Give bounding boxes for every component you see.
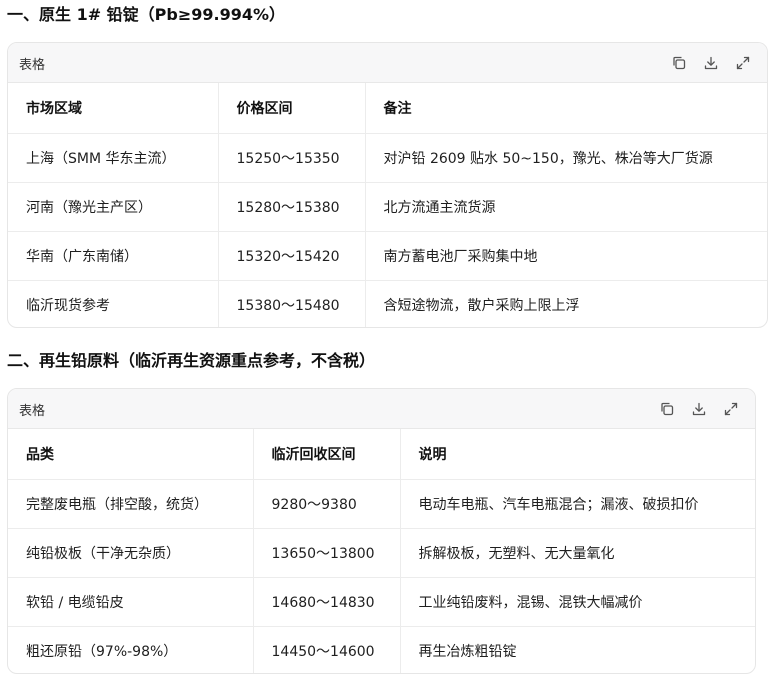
table-row: 完整废电瓶（排空酸，统货） 9280～9380 电动车电瓶、汽车电瓶混合；漏液、… <box>8 479 755 529</box>
table-cell: 纯铅极板（干净无杂质） <box>8 528 254 578</box>
table-cell: 电动车电瓶、汽车电瓶混合；漏液、破损扣价 <box>400 479 755 529</box>
primary-lead-table: 市场区域 价格区间 备注 上海（SMM 华东主流） 15250～15350 对沪… <box>8 83 767 327</box>
page: 一、原生 1# 铅锭（Pb≥99.994%） 表格 市场区域 价格区间 备注 上… <box>0 0 776 682</box>
table-label: 表格 <box>19 58 46 73</box>
table-label: 表格 <box>19 404 46 419</box>
table-row: 临沂现货参考 15380～15480 含短途物流，散户采购上限上浮 <box>8 280 767 327</box>
table-cell: 13650～13800 <box>253 528 401 578</box>
header-cell: 价格区间 <box>218 83 366 134</box>
table-card-primary-lead: 表格 市场区域 价格区间 备注 上海（SMM 华东主流） 15250～15350… <box>7 42 768 328</box>
table-toolbar <box>669 53 753 73</box>
table-cell: 15280～15380 <box>218 182 366 232</box>
table-row: 河南（豫光主产区） 15280～15380 北方流通主流货源 <box>8 182 767 232</box>
table-toolbar <box>657 399 741 419</box>
table-cell: 上海（SMM 华东主流） <box>8 133 219 183</box>
table-cell: 15320～15420 <box>218 231 366 281</box>
table-cell: 9280～9380 <box>253 479 401 529</box>
table-header-row: 市场区域 价格区间 备注 <box>8 83 767 134</box>
expand-icon[interactable] <box>733 53 753 73</box>
table-cell: 对沪铅 2609 贴水 50~150，豫光、株冶等大厂货源 <box>365 133 767 183</box>
table-header-row: 品类 临沂回收区间 说明 <box>8 429 755 480</box>
table-cell: 完整废电瓶（排空酸，统货） <box>8 479 254 529</box>
table-cell: 北方流通主流货源 <box>365 182 767 232</box>
table-cell: 工业纯铅废料，混锡、混铁大幅减价 <box>400 577 755 627</box>
table-cell: 临沂现货参考 <box>8 280 219 327</box>
table-cell: 14680～14830 <box>253 577 401 627</box>
table-cell: 含短途物流，散户采购上限上浮 <box>383 297 580 314</box>
copy-icon[interactable] <box>669 53 689 73</box>
section-title-primary-lead: 一、原生 1# 铅锭（Pb≥99.994%） <box>7 5 286 24</box>
download-icon[interactable] <box>689 399 709 419</box>
table-cell: 再生冶炼粗铅锭 <box>418 643 517 660</box>
header-cell: 品类 <box>8 429 254 480</box>
header-cell: 备注 <box>365 83 767 134</box>
header-cell: 临沂回收区间 <box>253 429 401 480</box>
copy-icon[interactable] <box>657 399 677 419</box>
table-cell: 华南（广东南储） <box>8 231 219 281</box>
table-cell: 软铅 / 电缆铅皮 <box>8 577 254 627</box>
table-card-header: 表格 <box>8 43 767 83</box>
table-row: 纯铅极板（干净无杂质） 13650～13800 拆解极板，无塑料、无大量氧化 <box>8 528 755 578</box>
recycled-lead-table: 品类 临沂回收区间 说明 完整废电瓶（排空酸，统货） 9280～9380 电动车… <box>8 429 755 673</box>
header-cell: 说明 <box>400 429 755 480</box>
table-cell: 南方蓄电池厂采购集中地 <box>365 231 767 281</box>
download-icon[interactable] <box>701 53 721 73</box>
table-cell: 河南（豫光主产区） <box>8 182 219 232</box>
table-cell: 15250～15350 <box>218 133 366 183</box>
table-card-recycled-lead: 表格 品类 临沂回收区间 说明 完整废电瓶（排空酸，统货） 9280～9380 … <box>7 388 756 674</box>
table-row: 软铅 / 电缆铅皮 14680～14830 工业纯铅废料，混锡、混铁大幅减价 <box>8 577 755 627</box>
table-card-header: 表格 <box>8 389 755 429</box>
table-row: 华南（广东南储） 15320～15420 南方蓄电池厂采购集中地 <box>8 231 767 281</box>
table-row: 粗还原铅（97%-98%） 14450～14600 再生冶炼粗铅锭 <box>8 626 755 673</box>
table-cell: 15380～15480 <box>218 280 366 327</box>
section-title-recycled-lead: 二、再生铅原料（临沂再生资源重点参考，不含税） <box>7 351 376 370</box>
expand-icon[interactable] <box>721 399 741 419</box>
table-cell: 14450～14600 <box>253 626 401 673</box>
header-cell: 市场区域 <box>8 83 219 134</box>
table-cell: 粗还原铅（97%-98%） <box>8 626 254 673</box>
table-cell: 拆解极板，无塑料、无大量氧化 <box>400 528 755 578</box>
table-row: 上海（SMM 华东主流） 15250～15350 对沪铅 2609 贴水 50~… <box>8 133 767 183</box>
